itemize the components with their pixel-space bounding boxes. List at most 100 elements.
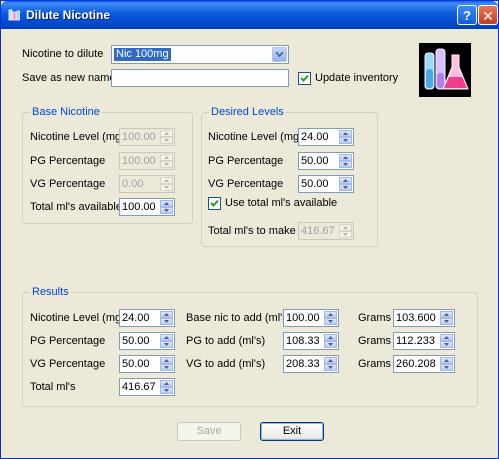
help-button[interactable]: ? <box>457 5 477 25</box>
spin-down-button[interactable] <box>324 341 337 348</box>
pg-to-add-spinner[interactable]: 108.33 <box>283 332 339 350</box>
spin-up-button[interactable] <box>160 380 173 387</box>
spin-down-button[interactable] <box>324 318 337 325</box>
spinner-buttons <box>324 357 337 371</box>
spin-up-button[interactable] <box>324 311 337 318</box>
spin-up-button[interactable] <box>339 130 352 137</box>
pg-grams-value: 112.233 <box>396 335 435 347</box>
arrow-up-icon <box>164 359 169 362</box>
total-to-make-label: Total ml's to make <box>208 225 296 237</box>
vg-to-add-value: 208.33 <box>286 358 320 370</box>
spin-up-button[interactable] <box>160 334 173 341</box>
arrow-down-icon <box>343 163 348 166</box>
vg-to-add-spinner[interactable]: 208.33 <box>283 355 339 373</box>
arrow-down-icon <box>164 343 169 346</box>
checkmark-icon <box>210 199 219 207</box>
spin-down-button[interactable] <box>339 161 352 168</box>
desired-pg-spinner[interactable]: 50.00 <box>298 152 354 170</box>
desired-nicotine-level-spinner[interactable]: 24.00 <box>298 128 354 146</box>
spin-down-button[interactable] <box>160 207 173 214</box>
spinner-buttons <box>339 177 352 191</box>
save-name-input[interactable] <box>111 69 289 87</box>
spin-down-button[interactable] <box>160 318 173 325</box>
base-pg-value: 100.00 <box>122 155 156 167</box>
arrow-up-icon <box>164 313 169 316</box>
spin-up-button[interactable] <box>160 311 173 318</box>
window-title: Dilute Nicotine <box>26 8 111 22</box>
title-bar[interactable]: Dilute Nicotine ? ✕ <box>1 1 498 29</box>
app-icon <box>8 9 20 21</box>
spinner-buttons <box>324 334 337 348</box>
use-total-checkbox[interactable] <box>208 197 221 210</box>
result-nicotine-level-spinner[interactable]: 24.00 <box>119 309 175 327</box>
base-total-available-spinner[interactable]: 100.00 <box>119 198 175 216</box>
spin-down-button[interactable] <box>440 341 453 348</box>
nicotine-select[interactable]: Nic 100mg <box>111 45 289 64</box>
spin-down-button[interactable] <box>440 364 453 371</box>
spin-down-button[interactable] <box>324 364 337 371</box>
spinner-buttons <box>160 311 173 325</box>
spin-down-button[interactable] <box>160 341 173 348</box>
pg-to-add-label: PG to add (ml's) <box>186 335 266 347</box>
arrow-down-icon <box>164 320 169 323</box>
spin-up-button[interactable] <box>339 177 352 184</box>
spinner-buttons <box>324 311 337 325</box>
spinner-buttons <box>160 357 173 371</box>
spin-down-button[interactable] <box>440 318 453 325</box>
base-pg-spinner: 100.00 <box>119 152 175 170</box>
checkmark-icon <box>300 74 309 82</box>
vg-grams-value: 260.208 <box>396 358 436 370</box>
spinner-buttons <box>160 334 173 348</box>
spin-up-button[interactable] <box>440 311 453 318</box>
spinner-buttons <box>160 200 173 214</box>
base-total-available-value: 100.00 <box>122 201 156 213</box>
arrow-down-icon <box>328 343 333 346</box>
result-total-spinner[interactable]: 416.67 <box>119 378 175 396</box>
desired-pg-value: 50.00 <box>301 155 329 167</box>
spin-up-button[interactable] <box>324 334 337 341</box>
spin-down-button[interactable] <box>160 387 173 394</box>
base-total-available-label: Total ml's available <box>30 201 122 213</box>
spin-up-button[interactable] <box>440 334 453 341</box>
arrow-down-icon <box>444 366 449 369</box>
result-pg-spinner[interactable]: 50.00 <box>119 332 175 350</box>
spin-down-button <box>160 161 173 168</box>
dropdown-button[interactable] <box>272 47 287 62</box>
dilute-nicotine-dialog: Dilute Nicotine ? ✕ Nicotine to dilute N… <box>0 0 499 459</box>
spin-up-button[interactable] <box>160 357 173 364</box>
base-nic-grams-spinner[interactable]: 103.600 <box>393 309 455 327</box>
spin-up-button[interactable] <box>440 357 453 364</box>
spinner-buttons <box>160 380 173 394</box>
save-button: Save <box>177 422 241 441</box>
spin-down-button <box>160 137 173 144</box>
exit-button[interactable]: Exit <box>260 422 324 441</box>
close-button[interactable]: ✕ <box>478 5 498 25</box>
spin-down-button <box>160 184 173 191</box>
arrow-down-icon <box>164 366 169 369</box>
pg-grams-spinner[interactable]: 112.233 <box>393 332 455 350</box>
arrow-up-icon <box>343 132 348 135</box>
spin-up-button[interactable] <box>324 357 337 364</box>
base-nicotine-level-value: 100.00 <box>122 131 156 143</box>
arrow-down-icon <box>164 186 169 189</box>
spin-down-button[interactable] <box>339 137 352 144</box>
spin-down-button[interactable] <box>160 364 173 371</box>
spin-up-button[interactable] <box>160 200 173 207</box>
desired-vg-spinner[interactable]: 50.00 <box>298 175 354 193</box>
result-vg-spinner[interactable]: 50.00 <box>119 355 175 373</box>
spin-down-button[interactable] <box>339 184 352 191</box>
nicotine-to-dilute-label: Nicotine to dilute <box>22 48 104 60</box>
result-nicotine-level-label: Nicotine Level (mg) <box>30 312 125 324</box>
pg-grams-label: Grams <box>358 335 391 347</box>
update-inventory-checkbox[interactable] <box>298 72 311 85</box>
base-nic-grams-label: Grams <box>358 312 391 324</box>
base-nic-to-add-spinner[interactable]: 100.00 <box>283 309 339 327</box>
arrow-up-icon <box>444 359 449 362</box>
arrow-up-icon <box>343 156 348 159</box>
desired-vg-label: VG Percentage <box>208 178 284 190</box>
vg-grams-spinner[interactable]: 260.208 <box>393 355 455 373</box>
result-pg-label: PG Percentage <box>30 335 106 347</box>
spin-up-button[interactable] <box>339 154 352 161</box>
spin-down-button <box>339 231 352 238</box>
base-vg-value: 0.00 <box>122 178 144 190</box>
